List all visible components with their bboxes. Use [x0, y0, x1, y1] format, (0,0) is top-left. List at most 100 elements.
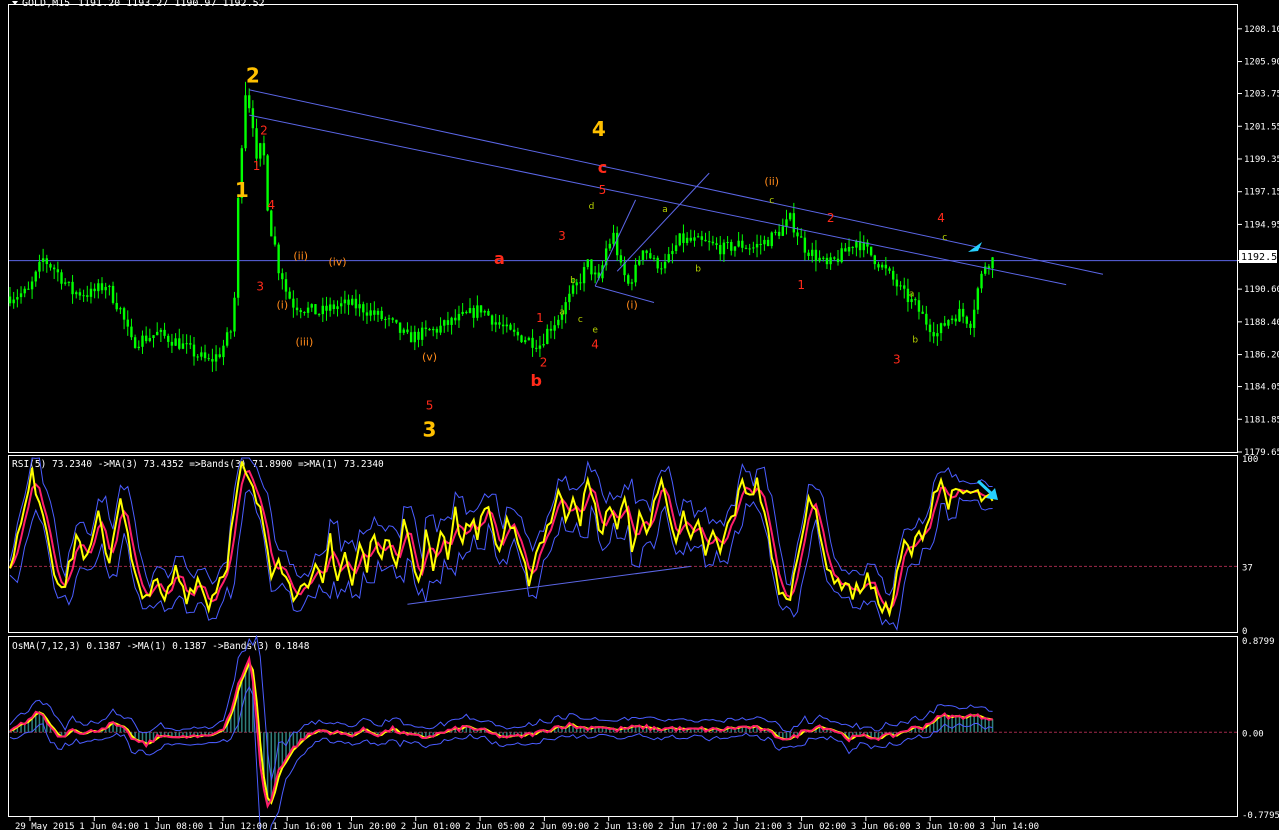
wave-label: c — [942, 233, 947, 243]
candle-body — [807, 252, 810, 256]
rsi-panel[interactable]: RSI(5) 73.2340 ->MA(3) 73.4352 =>Bands(3… — [9, 455, 1258, 637]
candle-body — [89, 288, 93, 297]
candle-body — [822, 257, 825, 259]
candle-body — [450, 317, 453, 325]
candle-body — [281, 273, 284, 280]
candle-body — [582, 267, 586, 284]
wave-label: a — [494, 249, 505, 268]
price-tick-label: 1186.20 — [1244, 351, 1279, 361]
chart-header[interactable]: GOLD,M15 1191.20 1193.27 1190.97 1192.52 — [12, 0, 265, 9]
price-panel[interactable]: 2 1 4 3 c a b 2 1 4 3 5 3 5 1 2 4 2 1 3 4 (ii) (iv) (i) (iii) (v)… — [8, 63, 1237, 441]
candle-body — [362, 304, 365, 313]
candle-body — [766, 239, 770, 247]
time-tick-label: 3 Jun 14:00 — [980, 822, 1040, 830]
wave-label: 3 — [558, 229, 566, 243]
candle-body — [472, 308, 475, 318]
candle-body — [759, 243, 762, 245]
ohlc-values: 1191.20 1193.27 1190.97 1192.52 — [78, 0, 265, 9]
wave-label: 1 — [253, 159, 261, 173]
candle-body — [987, 266, 991, 269]
rsi-trendline[interactable] — [407, 565, 691, 605]
candle-body — [317, 314, 321, 316]
wave-label: (ii) — [293, 249, 308, 262]
trendline[interactable] — [594, 199, 637, 287]
candle-body — [75, 292, 78, 295]
candle-body — [159, 329, 163, 332]
candle-body — [443, 320, 446, 326]
candle-body — [380, 310, 383, 320]
candle-body — [527, 337, 531, 341]
candle-body — [174, 338, 177, 346]
candle-body — [836, 258, 840, 263]
time-tick-label: 1 Jun 16:00 — [272, 822, 332, 830]
candle-body — [126, 319, 129, 327]
candle-body — [19, 293, 23, 298]
wave-label: 4 — [267, 198, 275, 212]
candle-body — [461, 311, 464, 314]
candle-body — [23, 288, 26, 294]
candle-body — [225, 332, 229, 346]
osma-lower-band — [9, 685, 993, 830]
candle-body — [454, 317, 457, 321]
candle-body — [593, 272, 597, 275]
candle-body — [733, 246, 737, 251]
candle-body — [211, 358, 214, 362]
candle-body — [255, 128, 258, 159]
candle-body — [586, 259, 589, 268]
candle-body — [855, 240, 858, 248]
wave-label: b — [570, 276, 576, 286]
candle-body — [97, 283, 100, 292]
wave-label: 2 — [540, 355, 548, 369]
candle-body — [671, 251, 674, 255]
candle-body — [811, 249, 814, 256]
rsi-lines — [9, 457, 994, 631]
candle-body — [189, 343, 192, 345]
candle-body — [829, 257, 832, 265]
wave-label: c — [769, 196, 774, 206]
candle-body — [82, 295, 85, 297]
trading-chart[interactable]: GOLD,M15 1191.20 1193.27 1190.97 1192.52… — [0, 0, 1279, 830]
candle-body — [969, 323, 972, 328]
candle-body — [152, 335, 155, 338]
candle-body — [737, 240, 740, 247]
candle-body — [693, 237, 696, 241]
price-tick-label: 1188.40 — [1244, 318, 1279, 328]
candle-body — [170, 341, 174, 346]
time-tick-label: 2 Jun 13:00 — [594, 822, 654, 830]
osma-panel[interactable]: OsMA(7,12,3) 0.1387 ->MA(1) 0.1387 ->Ban… — [9, 634, 1279, 830]
candle-body — [498, 322, 501, 325]
trendline[interactable] — [594, 285, 655, 303]
candle-body — [785, 219, 788, 227]
wave-label: 3 — [893, 352, 901, 366]
rsi-upper-band — [9, 457, 993, 596]
candle-body — [851, 246, 854, 248]
candle-body — [468, 308, 472, 313]
candle-body — [501, 324, 505, 327]
candle-body — [844, 248, 847, 252]
candle-body — [233, 297, 236, 332]
candle-body — [936, 333, 939, 337]
candle-body — [663, 261, 667, 269]
time-tick-label: 3 Jun 06:00 — [851, 822, 911, 830]
candle-body — [921, 311, 924, 314]
candle-body — [752, 247, 755, 249]
candle-body — [409, 332, 413, 343]
candle-body — [932, 332, 935, 337]
candle-body — [689, 237, 692, 241]
candle-body — [862, 242, 865, 251]
candle-body — [387, 318, 391, 320]
trendlines[interactable] — [249, 89, 1104, 303]
candle-body — [531, 337, 534, 348]
time-tick-label: 2 Jun 09:00 — [529, 822, 589, 830]
wave-label: a — [909, 290, 915, 300]
candle-body — [391, 318, 394, 320]
candle-body — [52, 267, 56, 270]
trendline[interactable] — [616, 172, 710, 272]
price-tick-label: 1194.95 — [1244, 220, 1279, 230]
candle-body — [925, 313, 928, 325]
candle-body — [641, 250, 645, 260]
time-tick-label: 1 Jun 08:00 — [144, 822, 204, 830]
candle-body — [774, 231, 777, 233]
time-tick-label: 29 May 2015 — [15, 822, 75, 830]
candle-body — [869, 246, 873, 256]
